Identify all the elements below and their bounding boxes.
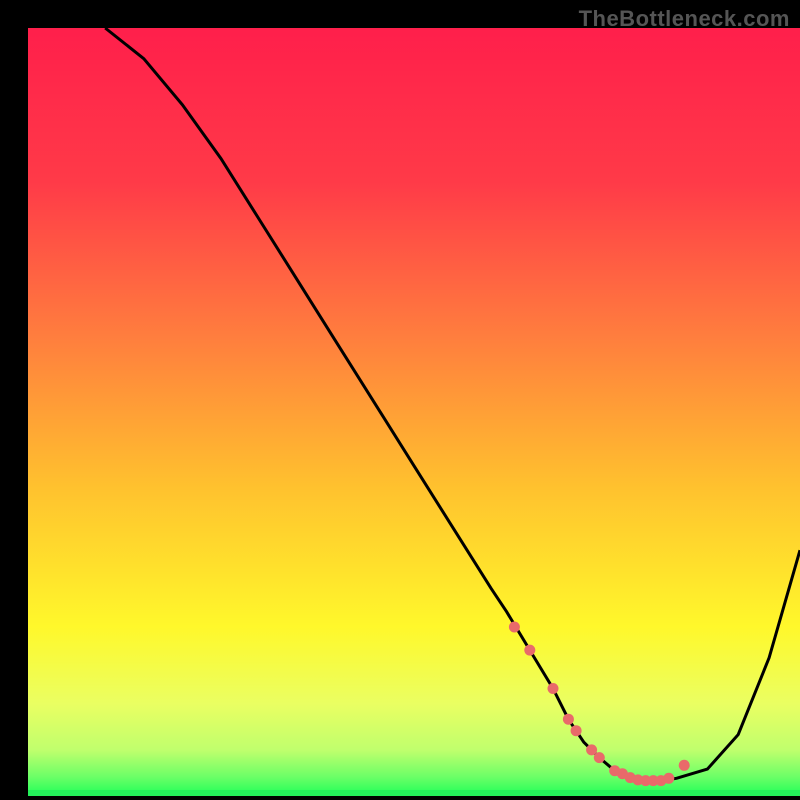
marker-dot: [679, 760, 690, 771]
marker-dot: [509, 622, 520, 633]
watermark-text: TheBottleneck.com: [579, 6, 790, 32]
marker-dot: [548, 683, 559, 694]
green-bottom-edge: [28, 790, 800, 796]
marker-dot: [571, 725, 582, 736]
marker-dot: [563, 714, 574, 725]
chart-frame: TheBottleneck.com: [0, 0, 800, 800]
marker-dot: [524, 645, 535, 656]
marker-dot: [663, 773, 674, 784]
chart-svg: [0, 0, 800, 800]
marker-dot: [594, 752, 605, 763]
plot-background: [28, 28, 800, 796]
